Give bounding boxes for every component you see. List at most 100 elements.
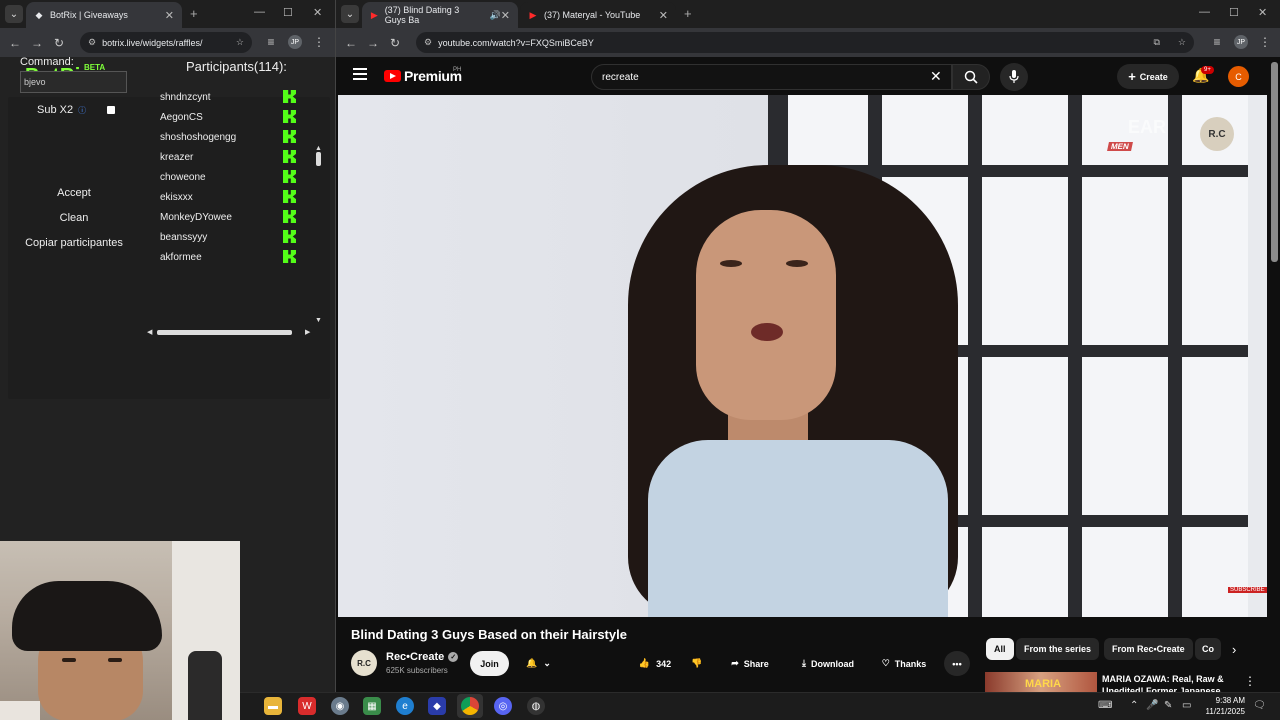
tray-chevron-icon[interactable]: ⌃ — [1130, 700, 1138, 711]
thumbs-down-icon: 👎 — [691, 658, 703, 668]
site-info-icon[interactable]: ⚙ — [88, 37, 96, 48]
channel-watermark[interactable]: R.C — [1200, 117, 1234, 151]
horizontal-scrollbar[interactable] — [157, 330, 292, 335]
download-button[interactable]: ⤓ Download — [790, 651, 866, 676]
chips-next-icon[interactable]: › — [1232, 642, 1236, 657]
scroll-right-arrow[interactable]: ▶ — [305, 328, 310, 336]
discord-icon[interactable]: ◎ — [494, 697, 512, 715]
chip-truncated[interactable]: Co — [1195, 638, 1221, 660]
battery-icon[interactable]: ▭ — [1182, 700, 1191, 711]
vertical-scrollbar[interactable] — [316, 152, 321, 166]
subscribed-bell-button[interactable]: 🔔 ⌄ — [515, 651, 562, 676]
search-input[interactable]: recreate — [591, 64, 952, 90]
taskbar-clock[interactable]: 9:38 AM 11/21/2025 — [1199, 695, 1245, 717]
accept-button[interactable]: Accept — [20, 183, 128, 203]
info-icon[interactable]: ⓘ — [78, 105, 86, 116]
tab-blind-dating[interactable]: ▶ (37) Blind Dating 3 Guys Ba 🔊 ✕ — [362, 2, 518, 28]
back-icon[interactable]: ← — [340, 32, 362, 54]
channel-name-row[interactable]: Rec•Create ✓ — [386, 651, 459, 663]
scroll-down-arrow[interactable]: ▼ — [315, 317, 322, 324]
reload-icon[interactable]: ↻ — [48, 32, 70, 54]
chrome-icon[interactable] — [461, 697, 479, 715]
minimize-button[interactable]: — — [254, 6, 265, 18]
menu-kebab-icon[interactable]: ⋮ — [308, 31, 330, 53]
clear-search-icon[interactable]: ✕ — [930, 68, 942, 85]
file-explorer-icon[interactable]: ▬ — [264, 697, 282, 715]
chip-from-channel[interactable]: From Rec•Create — [1104, 638, 1193, 660]
back-icon[interactable]: ← — [4, 32, 26, 54]
create-button[interactable]: + Create — [1117, 64, 1179, 89]
forward-icon[interactable]: → — [362, 32, 384, 54]
scroll-up-arrow[interactable]: ▲ — [315, 145, 322, 152]
youtube-logo-icon[interactable] — [384, 70, 401, 82]
sub-x2-checkbox[interactable] — [107, 106, 115, 114]
calculator-icon[interactable]: ▦ — [363, 697, 381, 715]
steam-icon[interactable]: ◉ — [331, 697, 349, 715]
dislike-button[interactable]: 👎 — [684, 651, 710, 676]
keyboard-icon[interactable]: ⌨ — [1098, 700, 1112, 711]
minimize-button[interactable]: — — [1199, 6, 1210, 18]
share-button[interactable]: ➦ Share — [722, 651, 778, 676]
app-w-icon[interactable]: W — [298, 697, 316, 715]
scroll-left-arrow[interactable]: ◀ — [147, 328, 152, 336]
profile-avatar[interactable]: JP — [1234, 35, 1248, 49]
thanks-button[interactable]: ♡ Thanks — [872, 651, 936, 676]
account-avatar[interactable]: C — [1228, 66, 1249, 87]
mic-tray-icon[interactable]: 🎤 — [1146, 700, 1158, 711]
command-input[interactable] — [20, 71, 127, 93]
chip-all[interactable]: All — [986, 638, 1014, 660]
video-watermark-tag: MEN — [1107, 142, 1133, 151]
address-bar[interactable]: ⚙ youtube.com/watch?v=FXQSmiBCeBY ⧉ ☆ — [416, 32, 1194, 53]
menu-kebab-icon[interactable]: ⋮ — [1254, 31, 1276, 53]
tab-title: (37) Materyal - YouTube — [544, 10, 641, 20]
region-code: PH — [453, 67, 462, 73]
clean-button[interactable]: Clean — [20, 208, 128, 228]
chip-from-series[interactable]: From the series — [1016, 638, 1100, 660]
audio-playing-icon[interactable]: 🔊 — [490, 10, 501, 21]
media-icon[interactable]: ≡ — [260, 31, 282, 53]
more-actions-button[interactable]: ••• — [944, 651, 970, 676]
search-button[interactable] — [952, 64, 990, 90]
site-info-icon[interactable]: ⚙ — [424, 37, 432, 48]
join-button[interactable]: Join — [470, 651, 509, 676]
video-player[interactable]: EAR MEN R.C SUBSCRIBE — [338, 95, 1267, 617]
close-window-button[interactable]: ✕ — [1258, 6, 1267, 19]
install-app-icon[interactable]: ⧉ — [1153, 37, 1159, 48]
bookmark-star-icon[interactable]: ☆ — [236, 37, 244, 48]
like-button[interactable]: 👍 342 — [629, 651, 681, 676]
recommended-thumbnail[interactable]: MARIA — [985, 672, 1097, 692]
bookmark-star-icon[interactable]: ☆ — [1178, 37, 1186, 48]
notification-center-icon[interactable]: 🗨 — [1253, 700, 1266, 711]
forward-icon[interactable]: → — [26, 32, 48, 54]
new-tab-button[interactable]: + — [684, 6, 692, 21]
channel-avatar[interactable]: R.C — [351, 650, 377, 676]
pen-icon[interactable]: ✎ — [1164, 700, 1172, 711]
tab-search-button[interactable]: ⌄ — [341, 5, 359, 23]
tab-botrix[interactable]: ◆ BotRix | Giveaways ✕ — [26, 2, 182, 28]
maximize-button[interactable]: ☐ — [283, 6, 293, 19]
share-icon: ➦ — [731, 658, 739, 668]
page-scrollbar[interactable] — [1271, 62, 1278, 262]
voice-search-button[interactable] — [1000, 63, 1028, 91]
app-shield-icon[interactable]: ◆ — [428, 697, 446, 715]
close-window-button[interactable]: ✕ — [313, 6, 322, 19]
obs-icon[interactable]: ◍ — [527, 697, 545, 715]
thanks-icon: ♡ — [881, 658, 890, 668]
bell-icon: 🔔 — [526, 658, 538, 668]
profile-avatar[interactable]: JP — [288, 35, 302, 49]
close-tab-icon[interactable]: ✕ — [659, 9, 668, 22]
close-tab-icon[interactable]: ✕ — [165, 9, 174, 22]
copy-participants-button[interactable]: Copiar participantes — [18, 233, 130, 253]
tab-materyal[interactable]: ▶ (37) Materyal - YouTube ✕ — [520, 2, 676, 28]
new-tab-button[interactable]: + — [190, 6, 198, 21]
address-bar[interactable]: ⚙ botrix.live/widgets/raffles/ ☆ — [80, 32, 252, 53]
close-tab-icon[interactable]: ✕ — [501, 9, 510, 22]
maximize-button[interactable]: ☐ — [1229, 6, 1239, 19]
recommended-more-icon[interactable]: ⋮ — [1244, 674, 1256, 688]
hamburger-menu-icon[interactable] — [353, 68, 367, 80]
tab-search-button[interactable]: ⌄ — [5, 5, 23, 23]
channel-name[interactable]: Rec•Create — [386, 651, 444, 663]
edge-icon[interactable]: e — [396, 697, 414, 715]
media-icon[interactable]: ≡ — [1206, 31, 1228, 53]
reload-icon[interactable]: ↻ — [384, 32, 406, 54]
